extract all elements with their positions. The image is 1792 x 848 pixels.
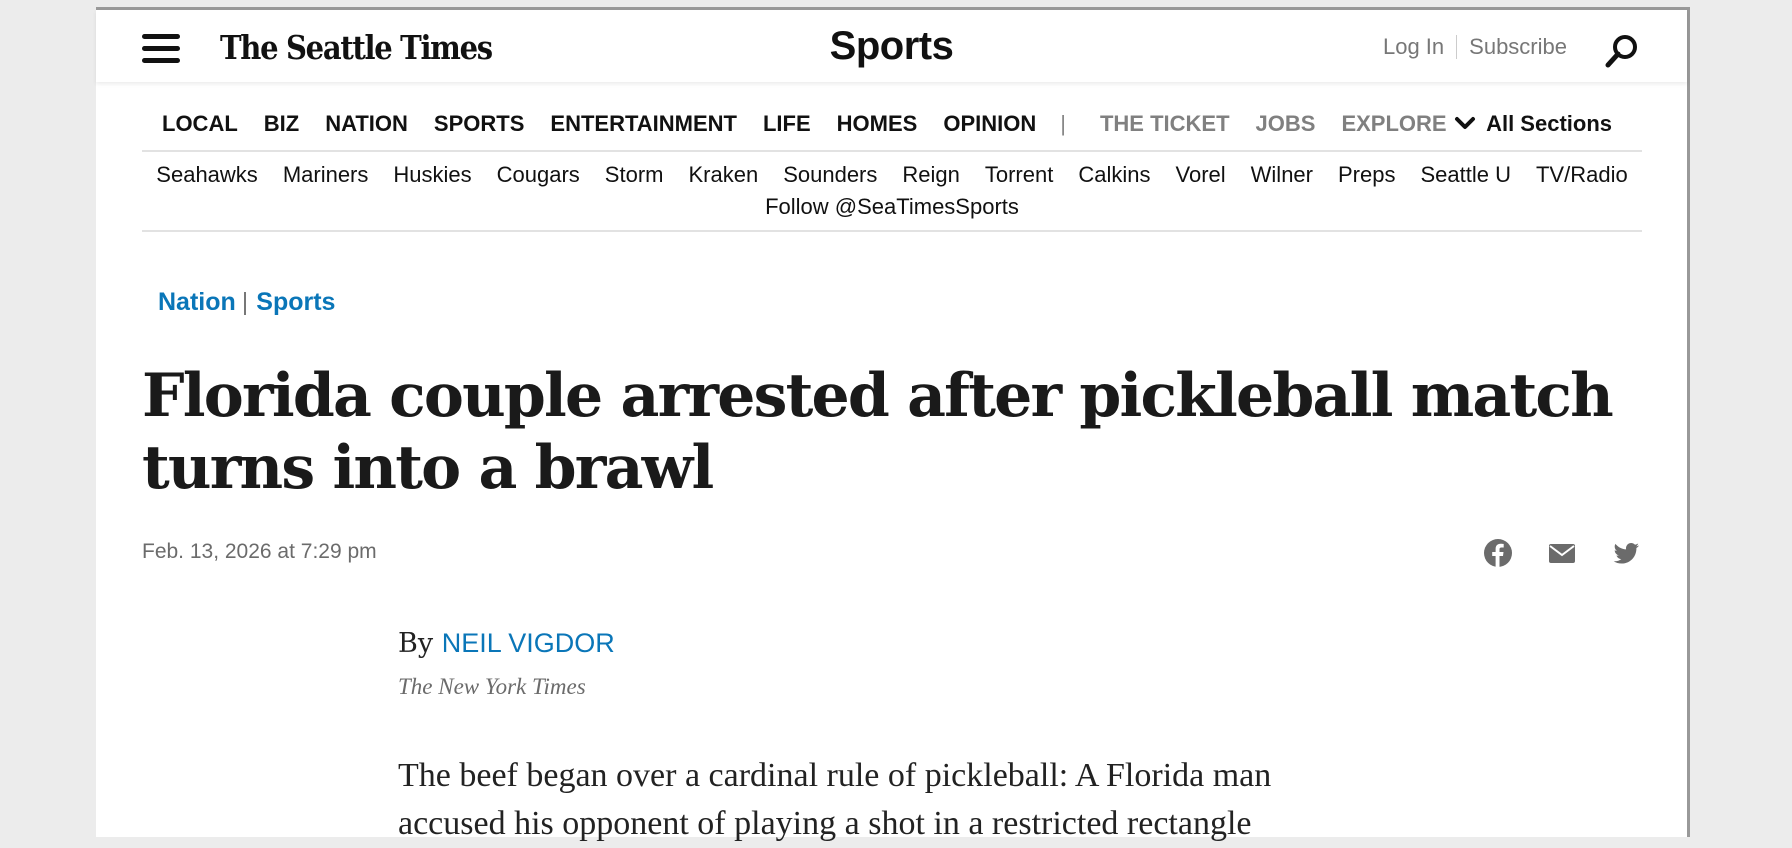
login-link[interactable]: Log In <box>1383 34 1444 60</box>
byline: By NEIL VIGDOR <box>398 628 615 659</box>
page-frame: The Seattle Times Sports Log In Subscrib… <box>96 7 1690 842</box>
subnav-item-huskies[interactable]: Huskies <box>393 162 471 188</box>
facebook-icon[interactable] <box>1483 538 1513 568</box>
subnav-item-mariners[interactable]: Mariners <box>283 162 369 188</box>
subnav-item-storm[interactable]: Storm <box>605 162 664 188</box>
all-sections-button[interactable]: All Sections <box>1454 98 1612 150</box>
nav-item-biz[interactable]: BIZ <box>264 111 299 137</box>
kicker-nation[interactable]: Nation <box>158 288 236 317</box>
kicker-divider: | <box>241 288 249 316</box>
author-link[interactable]: NEIL VIGDOR <box>442 628 615 658</box>
article-kicker: Nation | Sports <box>158 288 335 317</box>
sports-subnav-row: Seahawks Mariners Huskies Cougars Storm … <box>142 162 1642 188</box>
nav-item-entertainment[interactable]: ENTERTAINMENT <box>550 111 737 137</box>
twitter-icon[interactable] <box>1611 538 1641 568</box>
subnav-item-wilner[interactable]: Wilner <box>1251 162 1313 188</box>
subnav-item-cougars[interactable]: Cougars <box>497 162 580 188</box>
subnav-item-sounders[interactable]: Sounders <box>783 162 877 188</box>
nav-divider: | <box>1060 111 1066 136</box>
nav-item-the-ticket[interactable]: THE TICKET <box>1100 111 1230 137</box>
subnav-item-seahawks[interactable]: Seahawks <box>156 162 258 188</box>
chevron-down-icon <box>1455 117 1476 129</box>
subnav-item-seattle-u[interactable]: Seattle U <box>1420 162 1511 188</box>
nav-item-opinion[interactable]: OPINION <box>943 111 1036 137</box>
nav-item-local[interactable]: LOCAL <box>162 111 238 137</box>
nav-item-explore[interactable]: EXPLORE <box>1341 111 1446 137</box>
subscribe-link[interactable]: Subscribe <box>1469 34 1567 60</box>
search-icon[interactable] <box>1603 32 1641 70</box>
auth-divider <box>1456 35 1458 59</box>
body-paragraph-line: accused his opponent of playing a shot i… <box>398 805 1252 842</box>
article-date: Feb. 13, 2026 at 7:29 pm <box>142 540 377 563</box>
article-headline: Florida couple arrested after pickleball… <box>142 361 1614 503</box>
nav-item-jobs[interactable]: JOBS <box>1256 111 1316 137</box>
kicker-sports[interactable]: Sports <box>256 288 335 317</box>
nav-item-life[interactable]: LIFE <box>763 111 811 137</box>
subnav-item-torrent[interactable]: Torrent <box>985 162 1053 188</box>
subnav-item-kraken[interactable]: Kraken <box>688 162 758 188</box>
primary-nav: LOCAL BIZ NATION SPORTS ENTERTAINMENT LI… <box>142 98 1642 152</box>
follow-link[interactable]: Follow @SeaTimesSports <box>142 194 1642 220</box>
nav-item-sports[interactable]: SPORTS <box>434 111 524 137</box>
subnav-item-reign[interactable]: Reign <box>902 162 959 188</box>
share-buttons <box>1483 538 1641 568</box>
email-icon[interactable] <box>1547 538 1577 568</box>
article-body: The beef began over a cardinal rule of p… <box>398 752 1398 848</box>
subnav-item-tv-radio[interactable]: TV/Radio <box>1536 162 1628 188</box>
body-paragraph-line: The beef began over a cardinal rule of p… <box>398 757 1272 794</box>
site-header: The Seattle Times Sports Log In Subscrib… <box>96 10 1687 82</box>
byline-prefix: By <box>398 628 434 659</box>
subnav-item-vorel[interactable]: Vorel <box>1176 162 1226 188</box>
secondary-nav: Seahawks Mariners Huskies Cougars Storm … <box>142 152 1642 232</box>
subnav-item-preps[interactable]: Preps <box>1338 162 1395 188</box>
nav-item-nation[interactable]: NATION <box>325 111 408 137</box>
nav-item-homes[interactable]: HOMES <box>837 111 918 137</box>
byline-source: The New York Times <box>398 674 586 699</box>
all-sections-label: All Sections <box>1486 111 1612 136</box>
subnav-item-calkins[interactable]: Calkins <box>1078 162 1150 188</box>
auth-links: Log In Subscribe <box>1383 34 1567 60</box>
